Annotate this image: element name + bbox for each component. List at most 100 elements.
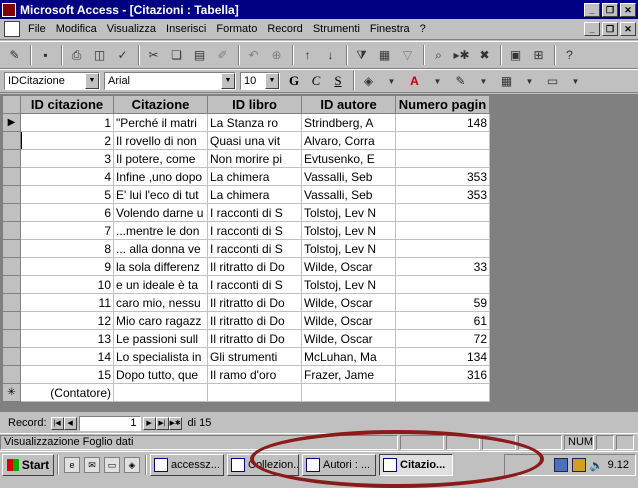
- sort-ascending-icon[interactable]: ↑: [297, 45, 318, 66]
- menu-formato[interactable]: Formato: [211, 23, 262, 35]
- mdi-close-button[interactable]: ✕: [620, 22, 636, 36]
- filter-by-selection-icon[interactable]: ⧩: [351, 45, 372, 66]
- record-selector[interactable]: [2, 329, 21, 348]
- cell-id-libro[interactable]: La chimera: [207, 185, 302, 204]
- bold-button[interactable]: G: [284, 71, 304, 91]
- new-object-icon[interactable]: ⊞: [528, 45, 549, 66]
- taskbar-item-autori[interactable]: Autori : ...: [302, 454, 376, 476]
- cell-id-citazione[interactable]: 2: [20, 131, 114, 150]
- column-header[interactable]: Numero pagin: [395, 95, 490, 114]
- cell-id-citazione[interactable]: 9: [20, 257, 114, 276]
- cell-id-citazione[interactable]: 10: [20, 275, 114, 294]
- cell-numero-pagina[interactable]: [395, 149, 490, 168]
- filter-by-form-icon[interactable]: ▦: [374, 45, 395, 66]
- cell-citazione[interactable]: ...mentre le don: [113, 221, 208, 240]
- cell-numero-pagina[interactable]: [395, 221, 490, 240]
- cell-numero-pagina[interactable]: 134: [395, 347, 490, 366]
- cell-numero-pagina[interactable]: 72: [395, 329, 490, 348]
- paste-icon[interactable]: ▤: [189, 45, 210, 66]
- italic-button[interactable]: C: [306, 71, 326, 91]
- record-selector[interactable]: [2, 221, 21, 240]
- column-header[interactable]: ID citazione: [20, 95, 114, 114]
- cell-citazione[interactable]: Infine ,uno dopo: [113, 167, 208, 186]
- cell-numero-pagina[interactable]: [395, 203, 490, 222]
- new-record-selector[interactable]: ✳: [2, 383, 21, 402]
- restore-button[interactable]: ❐: [602, 2, 618, 17]
- apply-filter-icon[interactable]: ▽: [397, 45, 418, 66]
- cell-citazione[interactable]: Il rovello di non: [113, 131, 208, 150]
- cell-id-autore[interactable]: Alvaro, Corra: [301, 131, 396, 150]
- cell-citazione[interactable]: "Perché il matri: [113, 113, 208, 132]
- tray-app-icon[interactable]: [553, 458, 568, 472]
- cell-citazione[interactable]: Volendo darne u: [113, 203, 208, 222]
- cell-id-libro[interactable]: La chimera: [207, 167, 302, 186]
- table-row[interactable]: 9 la sola differenz Il ritratto di Do Wilde…: [2, 257, 490, 276]
- record-selector[interactable]: [2, 275, 21, 294]
- cell-citazione[interactable]: Mio caro ragazz: [113, 311, 208, 330]
- cell-citazione[interactable]: Le passioni sull: [113, 329, 208, 348]
- office-assistant-icon[interactable]: ?: [559, 45, 580, 66]
- cell-citazione[interactable]: e un ideale è ta: [113, 275, 208, 294]
- cell-id-libro[interactable]: I racconti di S: [207, 203, 302, 222]
- cell-id-citazione[interactable]: 1: [20, 113, 114, 132]
- undo-icon[interactable]: ↶: [243, 45, 264, 66]
- chevron-down-icon[interactable]: ▼: [565, 71, 586, 92]
- record-selector[interactable]: ▶: [2, 113, 21, 132]
- cell-numero-pagina[interactable]: 59: [395, 293, 490, 312]
- copy-icon[interactable]: ❏: [166, 45, 187, 66]
- delete-record-icon[interactable]: ✖: [474, 45, 495, 66]
- line-color-icon[interactable]: ✎: [450, 71, 471, 92]
- size-combo[interactable]: 10 ▼: [240, 72, 280, 90]
- table-row[interactable]: 13 Le passioni sull Il ritratto di Do Wilde…: [2, 329, 490, 348]
- last-record-button[interactable]: ▶|: [155, 416, 169, 430]
- cell-id-autore[interactable]: McLuhan, Ma: [301, 347, 396, 366]
- table-row[interactable]: 15 Dopo tutto, que Il ramo d'oro Frazer, Ja…: [2, 365, 490, 384]
- find-icon[interactable]: ⌕: [428, 45, 449, 66]
- cell-id-autore[interactable]: Tolstoj, Lev N: [301, 221, 396, 240]
- next-record-button[interactable]: ▶: [142, 416, 156, 430]
- cell-numero-pagina[interactable]: 353: [395, 185, 490, 204]
- record-selector[interactable]: [2, 167, 21, 186]
- taskbar-item-citazioni[interactable]: Citazio...: [379, 454, 453, 476]
- record-selector[interactable]: [2, 293, 21, 312]
- cell-numero-pagina[interactable]: 353: [395, 167, 490, 186]
- cell-id-citazione[interactable]: 5: [20, 185, 114, 204]
- cell-citazione[interactable]: Lo specialista in: [113, 347, 208, 366]
- table-row[interactable]: 12 Mio caro ragazz Il ritratto di Do Wilde,…: [2, 311, 490, 330]
- table-row[interactable]: 6 Volendo darne uI racconti di S Tolstoj, …: [2, 203, 490, 222]
- record-selector[interactable]: [2, 149, 21, 168]
- record-selector[interactable]: [2, 311, 21, 330]
- cell-numero-pagina[interactable]: 148: [395, 113, 490, 132]
- chevron-down-icon[interactable]: ▼: [221, 73, 235, 89]
- cell-id-autore[interactable]: Wilde, Oscar: [301, 329, 396, 348]
- view-design-icon[interactable]: ✎: [4, 45, 25, 66]
- special-effect-icon[interactable]: ▭: [542, 71, 563, 92]
- underline-button[interactable]: S: [328, 71, 348, 91]
- record-selector[interactable]: [2, 347, 21, 366]
- cell-empty[interactable]: [113, 383, 208, 402]
- cell-citazione[interactable]: la sola differenz: [113, 257, 208, 276]
- cell-id-autore[interactable]: Evtusenko, E: [301, 149, 396, 168]
- cut-icon[interactable]: ✂: [143, 45, 164, 66]
- table-row[interactable]: 2 Il rovello di non Quasi una vit Alvaro, C…: [2, 131, 490, 150]
- table-window-icon[interactable]: [4, 21, 20, 37]
- internet-explorer-icon[interactable]: e: [64, 457, 80, 473]
- table-row[interactable]: 8... alla donna ve I racconti di S Tolstoj…: [2, 239, 490, 258]
- cell-id-citazione[interactable]: 14: [20, 347, 114, 366]
- spellcheck-icon[interactable]: ✓: [112, 45, 133, 66]
- select-all-corner[interactable]: [2, 95, 21, 114]
- font-combo[interactable]: Arial ▼: [104, 72, 236, 90]
- print-icon[interactable]: ⎙: [66, 45, 87, 66]
- cell-id-autore[interactable]: Strindberg, A: [301, 113, 396, 132]
- cell-empty[interactable]: [207, 383, 302, 402]
- cell-empty[interactable]: [395, 383, 490, 402]
- cell-id-libro[interactable]: I racconti di S: [207, 275, 302, 294]
- new-record-nav-button[interactable]: ▶✱: [168, 416, 182, 430]
- record-selector[interactable]: [2, 185, 21, 204]
- record-selector[interactable]: [2, 257, 21, 276]
- gridlines-icon[interactable]: ▦: [496, 71, 517, 92]
- menu-inserisci[interactable]: Inserisci: [161, 23, 211, 35]
- column-header[interactable]: ID libro: [207, 95, 302, 114]
- cell-id-citazione[interactable]: 7: [20, 221, 114, 240]
- cell-id-libro[interactable]: Il ramo d'oro: [207, 365, 302, 384]
